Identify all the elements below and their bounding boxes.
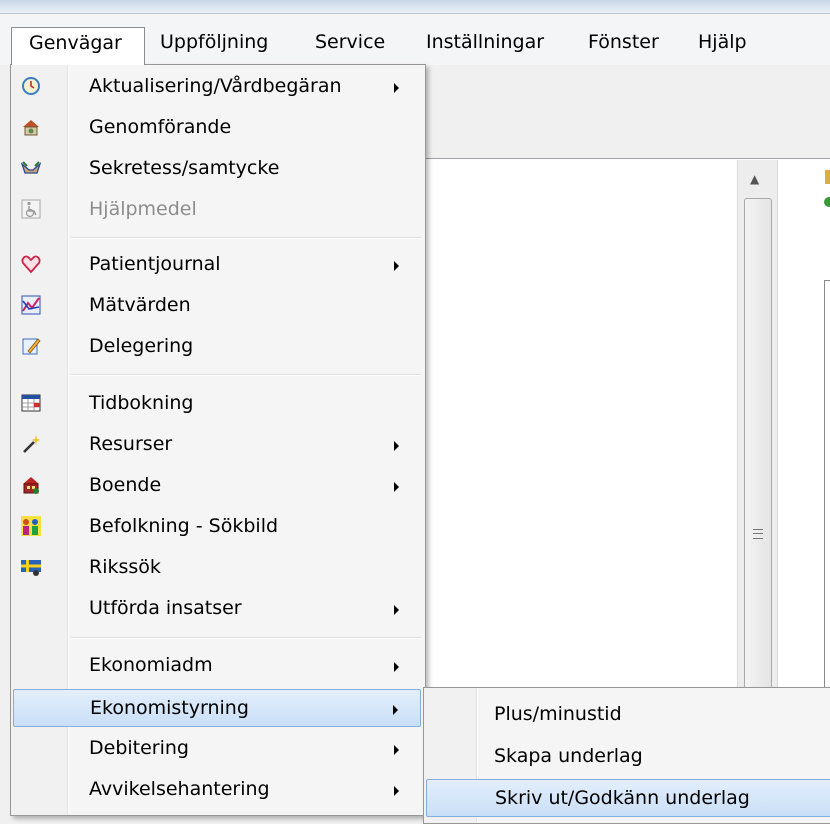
people-icon — [21, 516, 41, 536]
menu-item-avvikelsehantering[interactable]: Avvikelsehantering — [13, 771, 421, 809]
menu-item-aktualisering[interactable]: Aktualisering/Vårdbegäran — [13, 68, 421, 106]
menubar-installningar[interactable]: Inställningar — [426, 27, 544, 59]
submenu-item-plus-minustid[interactable]: Plus/minustid — [426, 696, 830, 734]
menu-item-label: Debitering — [89, 737, 189, 759]
building-icon — [23, 477, 39, 494]
menu-item-label: Patientjournal — [89, 253, 221, 275]
menu-item-utforda-insatser[interactable]: Utförda insatser — [13, 590, 421, 628]
submenu-item-skriv-ut-godkann[interactable]: Skriv ut/Godkänn underlag — [426, 779, 830, 817]
swedish-flag-icon — [21, 560, 41, 576]
menu-item-befolkning[interactable]: Befolkning - Sökbild — [13, 508, 421, 546]
wand-icon — [23, 435, 41, 453]
menu-item-label: Ekonomiadm — [89, 654, 213, 676]
menu-item-label: Sekretess/samtycke — [89, 157, 280, 179]
menu-item-genomforande[interactable]: Genomförande — [13, 109, 421, 147]
menu-item-debitering[interactable]: Debitering — [13, 730, 421, 768]
scroll-up-arrow-icon[interactable]: ▲ — [750, 172, 759, 186]
menu-item-label: Delegering — [89, 335, 194, 357]
submenu-arrow-icon — [394, 482, 399, 492]
menu-item-label: Utförda insatser — [89, 597, 242, 619]
hands-icon — [21, 161, 41, 174]
menu-item-label: Genomförande — [89, 116, 232, 138]
submenu-arrow-icon — [393, 705, 398, 715]
submenu-arrow-icon — [394, 605, 399, 615]
submenu-arrow-icon — [394, 261, 399, 271]
pencil-note-icon — [22, 338, 41, 355]
menu-item-label: Mätvärden — [89, 294, 191, 316]
menu-item-hjalpmedel: Hjälpmedel — [13, 191, 421, 229]
chart-icon — [21, 295, 41, 315]
clock-icon — [22, 77, 40, 95]
submenu-arrow-icon — [394, 441, 399, 451]
menu-item-sekretess[interactable]: Sekretess/samtycke — [13, 150, 421, 188]
menu-separator — [71, 237, 421, 239]
menu-item-label: Plus/minustid — [494, 703, 622, 725]
menu-item-label: Avvikelsehantering — [89, 778, 270, 800]
wheelchair-icon — [21, 199, 41, 219]
menubar-genvagar[interactable]: Genvägar — [11, 27, 145, 65]
submenu-item-skapa-underlag[interactable]: Skapa underlag — [426, 738, 830, 776]
menu-item-label: Skapa underlag — [494, 745, 643, 767]
menu-item-label: Resurser — [89, 433, 173, 455]
menu-item-label: Tidbokning — [89, 392, 194, 414]
menu-item-delegering[interactable]: Delegering — [13, 328, 421, 366]
menu-item-rikssok[interactable]: Rikssök — [13, 549, 421, 587]
menubar-hjalp[interactable]: Hjälp — [698, 27, 747, 59]
grip-icon — [753, 529, 763, 539]
menu-item-label: Befolkning - Sökbild — [89, 515, 279, 537]
menubar-service[interactable]: Service — [315, 27, 385, 59]
genvagar-dropdown-menu: Aktualisering/Vårdbegäran Genomförande S… — [10, 64, 426, 816]
menu-item-label: Aktualisering/Vårdbegäran — [89, 75, 342, 97]
submenu-arrow-icon — [394, 83, 399, 93]
submenu-arrow-icon — [394, 786, 399, 796]
menu-separator — [71, 637, 421, 639]
menu-item-label: Rikssök — [89, 556, 161, 578]
menu-item-ekonomistyrning[interactable]: Ekonomistyrning — [13, 689, 421, 727]
submenu-arrow-icon — [394, 745, 399, 755]
heart-icon — [21, 255, 41, 274]
submenu-arrow-icon — [394, 662, 399, 672]
menu-item-label: Ekonomistyrning — [90, 697, 249, 719]
window-title-bar — [0, 0, 830, 14]
menu-item-label: Hjälpmedel — [89, 198, 197, 220]
menu-item-tidbokning[interactable]: Tidbokning — [13, 385, 421, 423]
menu-item-label: Boende — [89, 474, 162, 496]
menu-item-resurser[interactable]: Resurser — [13, 426, 421, 464]
ekonomistyrning-submenu: Plus/minustid Skapa underlag Skriv ut/Go… — [423, 687, 830, 824]
menu-bar: Genvägar Uppföljning Service Inställning… — [0, 14, 830, 65]
menu-item-label: Skriv ut/Godkänn underlag — [495, 787, 750, 809]
menu-item-ekonomiadm[interactable]: Ekonomiadm — [13, 647, 421, 685]
menu-item-matvarden[interactable]: Mätvärden — [13, 287, 421, 325]
menu-item-patientjournal[interactable]: Patientjournal — [13, 246, 421, 284]
menubar-uppfoljning[interactable]: Uppföljning — [160, 27, 268, 59]
menu-item-boende[interactable]: Boende — [13, 467, 421, 505]
house-icon — [23, 120, 39, 136]
calendar-icon — [21, 394, 41, 412]
menu-separator — [71, 374, 421, 376]
menubar-fonster[interactable]: Fönster — [588, 27, 659, 59]
status-light-icon — [824, 170, 830, 207]
